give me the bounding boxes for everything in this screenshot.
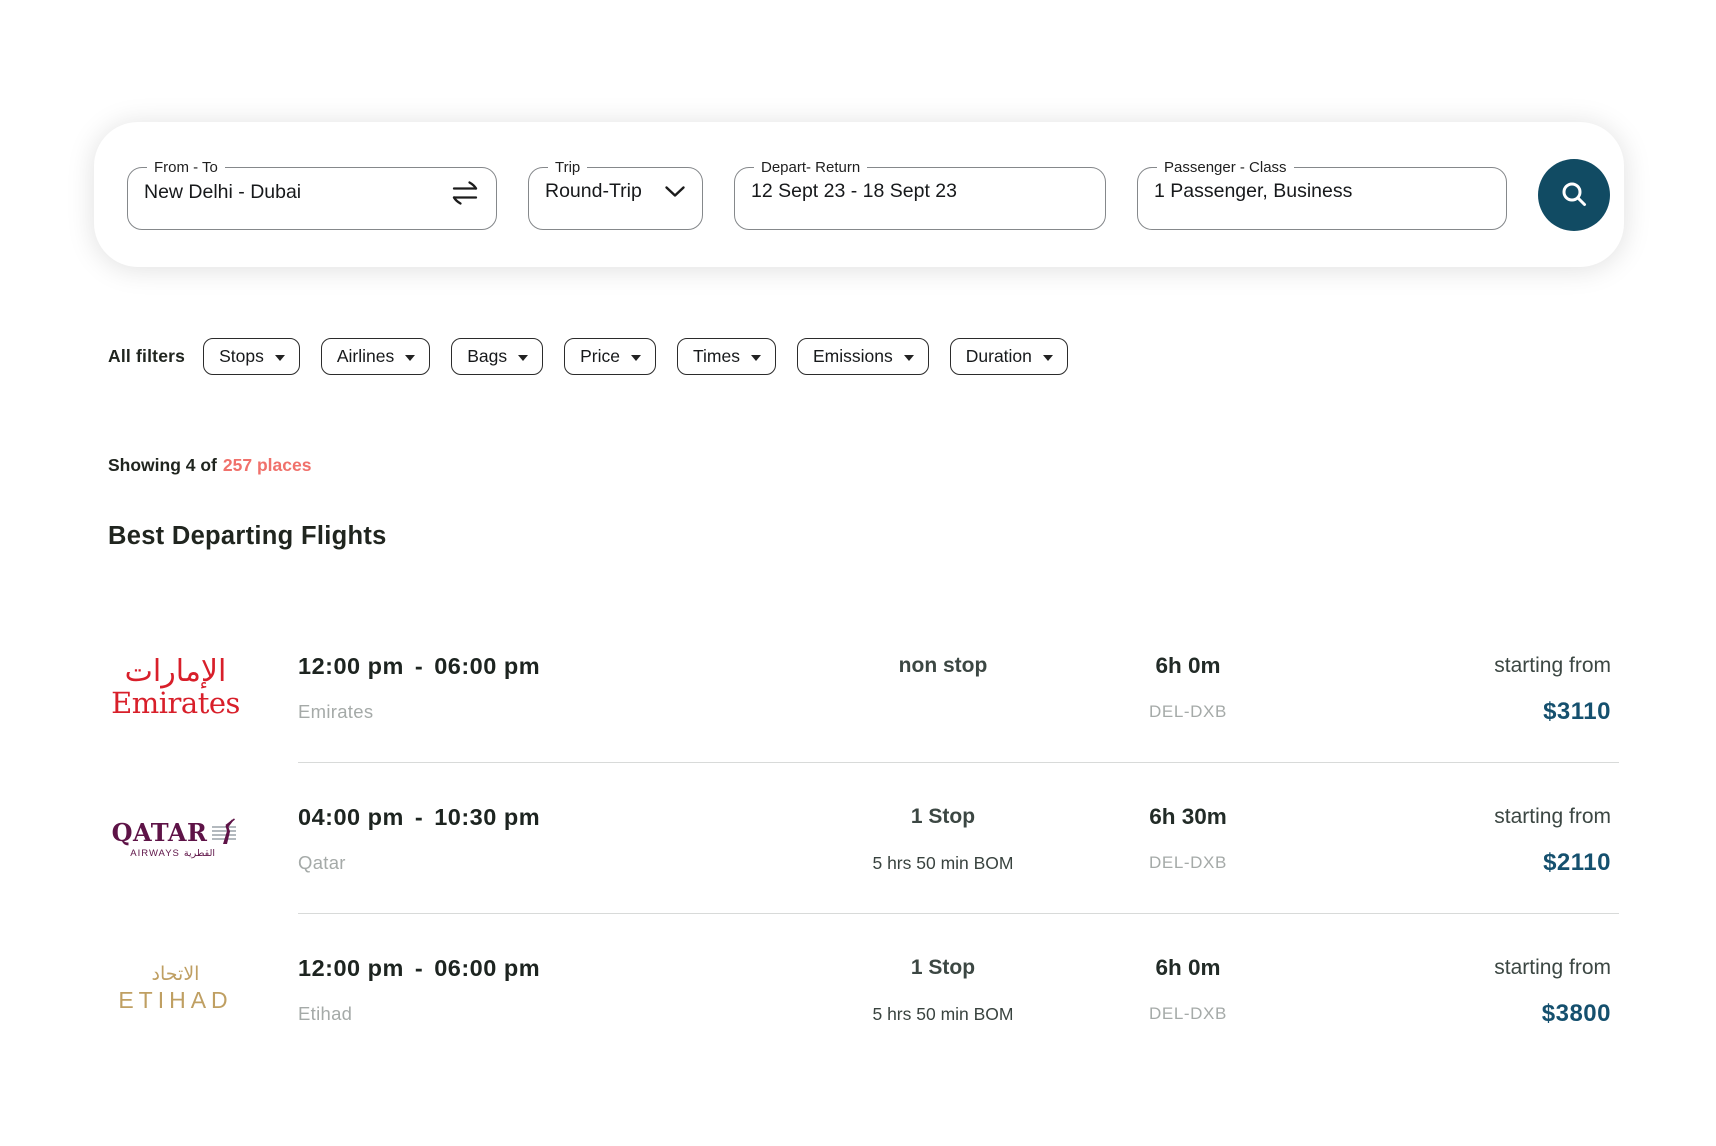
airline-name: Emirates: [298, 701, 373, 723]
filter-chip-airlines[interactable]: Airlines: [321, 338, 430, 375]
route: DEL-DXB: [1149, 852, 1227, 874]
price: $3800: [1542, 1003, 1611, 1025]
airline-name: Qatar: [298, 852, 346, 874]
passenger-class-label: Passenger - Class: [1157, 160, 1294, 175]
filter-chip-label: Bags: [467, 346, 507, 367]
price-label: starting from: [1494, 954, 1611, 982]
results-summary: Showing 4 of 257 places: [108, 455, 311, 476]
results-count: 257 places: [223, 455, 312, 475]
price-label: starting from: [1494, 652, 1611, 680]
caret-down-icon: [1043, 355, 1053, 361]
route: DEL-DXB: [1149, 1003, 1227, 1025]
price-label: starting from: [1494, 803, 1611, 831]
section-heading: Best Departing Flights: [108, 522, 387, 551]
search-card: From - To New Delhi - Dubai Trip Round-T…: [94, 122, 1624, 267]
filter-chip-label: Times: [693, 346, 740, 367]
trip-value: Round-Trip: [545, 180, 642, 203]
caret-down-icon: [751, 355, 761, 361]
from-to-value: New Delhi - Dubai: [144, 181, 301, 204]
etihad-logo: الاتحاد ETIHAD: [108, 964, 243, 1015]
emirates-logo: الإمارات Emirates: [108, 655, 243, 720]
qatar-sub-wordmark: AIRWAYS القطرية: [130, 848, 215, 859]
etihad-arabic-mark: الاتحاد: [152, 964, 200, 986]
filter-chip-label: Price: [580, 346, 620, 367]
time-separator: -: [415, 803, 423, 831]
qatar-wordmark: QATAR: [112, 818, 208, 847]
stop-detail: 5 hrs 50 min BOM: [872, 852, 1013, 874]
qatar-airways-logo: QATAR AIRWAYS القطرية: [108, 818, 243, 859]
filters-bar: All filters Stops Airlines Bags Price Ti…: [108, 338, 1089, 375]
all-filters-label: All filters: [108, 346, 185, 367]
passenger-class-field[interactable]: Passenger - Class 1 Passenger, Business: [1137, 160, 1507, 230]
filter-chip-price[interactable]: Price: [564, 338, 656, 375]
arrival-time: 06:00 pm: [434, 653, 540, 679]
route: DEL-DXB: [1149, 701, 1227, 723]
swap-horizontal-icon[interactable]: [450, 180, 480, 206]
filter-chip-label: Duration: [966, 346, 1032, 367]
flight-times: 12:00 pm-06:00 pm: [298, 954, 540, 982]
filter-chip-label: Airlines: [337, 346, 394, 367]
flight-list: الإمارات Emirates 12:00 pm-06:00 pm Emir…: [108, 612, 1619, 1064]
price: $2110: [1543, 852, 1611, 874]
filter-chip-label: Emissions: [813, 346, 893, 367]
flight-duration: 6h 30m: [1149, 803, 1227, 831]
trip-field[interactable]: Trip Round-Trip: [528, 160, 703, 230]
filter-chip-emissions[interactable]: Emissions: [797, 338, 929, 375]
flight-duration: 6h 0m: [1155, 652, 1220, 680]
caret-down-icon: [275, 355, 285, 361]
depart-return-field[interactable]: Depart- Return 12 Sept 23 - 18 Sept 23: [734, 160, 1106, 230]
stops-info: 1 Stop: [911, 803, 975, 831]
qatar-arabic-text: القطرية: [184, 848, 215, 859]
departure-time: 04:00 pm: [298, 804, 404, 830]
etihad-wordmark: ETIHAD: [118, 987, 232, 1014]
airline-name: Etihad: [298, 1003, 352, 1025]
trip-label: Trip: [548, 160, 587, 175]
departure-time: 12:00 pm: [298, 955, 404, 981]
flight-row-emirates[interactable]: الإمارات Emirates 12:00 pm-06:00 pm Emir…: [108, 612, 1619, 762]
depart-return-label: Depart- Return: [754, 160, 867, 175]
price: $3110: [1543, 701, 1611, 723]
search-icon: [1559, 179, 1590, 210]
time-separator: -: [415, 652, 423, 680]
filter-chip-stops[interactable]: Stops: [203, 338, 300, 375]
flight-times: 04:00 pm-10:30 pm: [298, 803, 540, 831]
flight-times: 12:00 pm-06:00 pm: [298, 652, 540, 680]
filter-chip-duration[interactable]: Duration: [950, 338, 1068, 375]
arrival-time: 06:00 pm: [434, 955, 540, 981]
flight-duration: 6h 0m: [1155, 954, 1220, 982]
filter-chip-label: Stops: [219, 346, 264, 367]
from-to-field[interactable]: From - To New Delhi - Dubai: [127, 160, 497, 230]
stops-info: non stop: [899, 652, 988, 680]
arrival-time: 10:30 pm: [434, 804, 540, 830]
caret-down-icon: [405, 355, 415, 361]
stops-info: 1 Stop: [911, 954, 975, 982]
qatar-oryx-icon: [211, 818, 239, 846]
from-to-label: From - To: [147, 160, 225, 175]
qatar-airways-text: AIRWAYS: [130, 848, 180, 859]
caret-down-icon: [631, 355, 641, 361]
filter-chip-bags[interactable]: Bags: [451, 338, 543, 375]
flight-row-qatar[interactable]: QATAR AIRWAYS القطرية 04:: [108, 763, 1619, 913]
depart-return-value: 12 Sept 23 - 18 Sept 23: [751, 180, 957, 203]
search-button[interactable]: [1538, 159, 1610, 231]
emirates-wordmark: Emirates: [111, 688, 240, 720]
stop-detail: 5 hrs 50 min BOM: [872, 1003, 1013, 1025]
flight-row-etihad[interactable]: الاتحاد ETIHAD 12:00 pm-06:00 pm Etihad …: [108, 914, 1619, 1064]
filter-chip-times[interactable]: Times: [677, 338, 776, 375]
departure-time: 12:00 pm: [298, 653, 404, 679]
passenger-class-value: 1 Passenger, Business: [1154, 180, 1352, 203]
results-summary-prefix: Showing 4 of: [108, 455, 217, 475]
emirates-arabic-mark: الإمارات: [125, 655, 227, 688]
caret-down-icon: [518, 355, 528, 361]
caret-down-icon: [904, 355, 914, 361]
time-separator: -: [415, 954, 423, 982]
chevron-down-icon[interactable]: [664, 185, 686, 198]
